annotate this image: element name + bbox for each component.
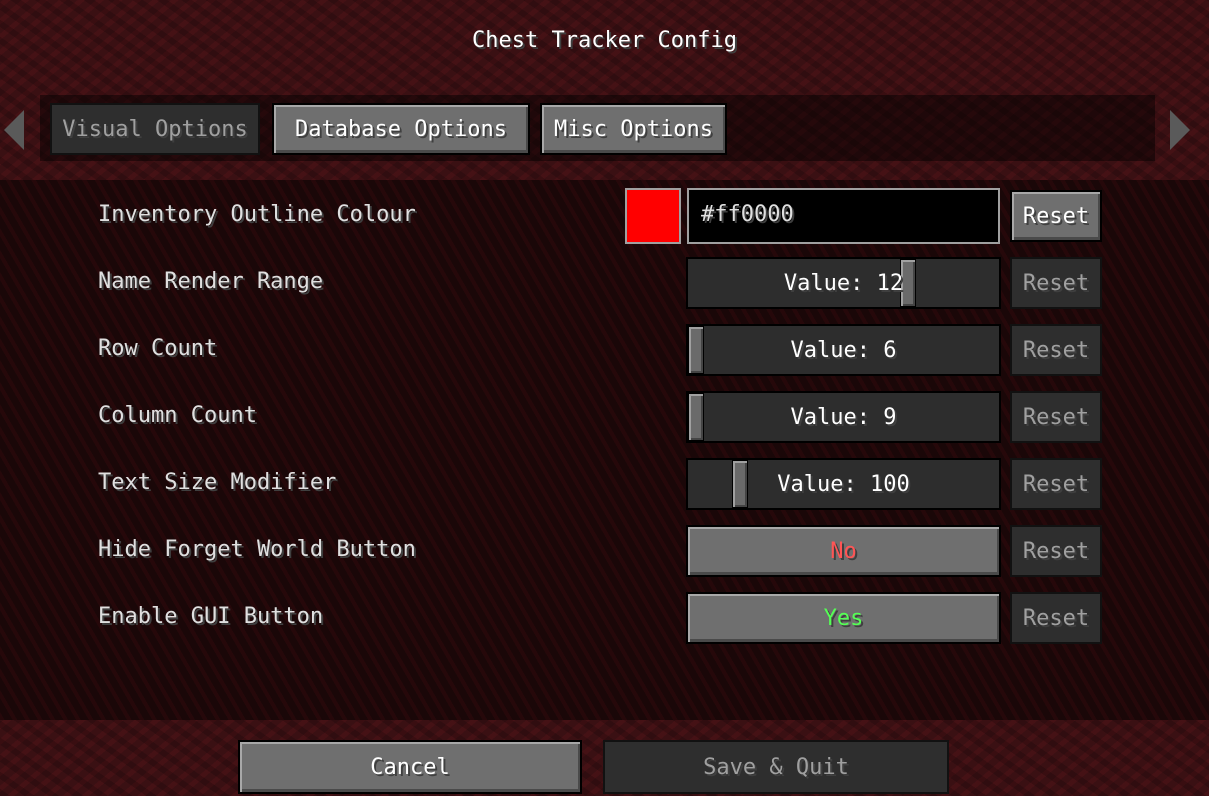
tab-visual-options[interactable]: Visual Options (50, 103, 260, 155)
slider-value: Value: 100 (777, 471, 910, 497)
option-label: Column Count (98, 403, 257, 428)
slider[interactable]: Value: 6 (686, 324, 1001, 376)
save-and-quit-button[interactable]: Save & Quit (603, 740, 949, 794)
reset-button[interactable]: Reset (1010, 391, 1102, 443)
slider[interactable]: Value: 12 (686, 257, 1001, 309)
option-label: Name Render Range (98, 269, 324, 294)
slider[interactable]: Value: 100 (686, 458, 1001, 510)
slider[interactable]: Value: 9 (686, 391, 1001, 443)
reset-button[interactable]: Reset (1010, 458, 1102, 510)
reset-button[interactable]: Reset (1010, 257, 1102, 309)
scroll-right-arrow-icon[interactable] (1170, 110, 1190, 150)
options-list: Inventory Outline Colour #ff0000 Reset N… (0, 180, 1209, 720)
tab-database-options[interactable]: Database Options (272, 103, 530, 155)
option-label: Enable GUI Button (98, 604, 324, 629)
colour-hex-input[interactable]: #ff0000 (687, 188, 1000, 244)
option-row-count: Row Count Value: 6 Reset (0, 324, 1209, 376)
option-label: Inventory Outline Colour (98, 202, 416, 227)
option-inventory-outline-colour: Inventory Outline Colour #ff0000 Reset (0, 180, 1209, 244)
option-column-count: Column Count Value: 9 Reset (0, 391, 1209, 443)
colour-swatch (625, 188, 681, 244)
cancel-button[interactable]: Cancel (238, 740, 582, 794)
option-hide-forget-world-button: Hide Forget World Button No Reset (0, 525, 1209, 577)
slider-value: Value: 9 (790, 404, 897, 430)
slider-value: Value: 6 (790, 337, 897, 363)
toggle-button[interactable]: Yes (686, 592, 1001, 644)
option-label: Hide Forget World Button (98, 537, 416, 562)
option-text-size-modifier: Text Size Modifier Value: 100 Reset (0, 458, 1209, 510)
option-label: Text Size Modifier (98, 470, 337, 495)
option-name-render-range: Name Render Range Value: 12 Reset (0, 257, 1209, 309)
slider-handle[interactable] (732, 460, 748, 508)
reset-button[interactable]: Reset (1010, 324, 1102, 376)
option-label: Row Count (98, 336, 218, 361)
page-title: Chest Tracker Config (472, 28, 737, 53)
slider-handle[interactable] (688, 326, 704, 374)
scroll-left-arrow-icon[interactable] (4, 110, 24, 150)
reset-button[interactable]: Reset (1010, 525, 1102, 577)
tab-misc-options[interactable]: Misc Options (540, 103, 727, 155)
slider-handle[interactable] (688, 393, 704, 441)
reset-button[interactable]: Reset (1010, 190, 1102, 242)
reset-button[interactable]: Reset (1010, 592, 1102, 644)
option-enable-gui-button: Enable GUI Button Yes Reset (0, 592, 1209, 644)
slider-value: Value: 12 (783, 270, 904, 296)
toggle-button[interactable]: No (686, 525, 1001, 577)
